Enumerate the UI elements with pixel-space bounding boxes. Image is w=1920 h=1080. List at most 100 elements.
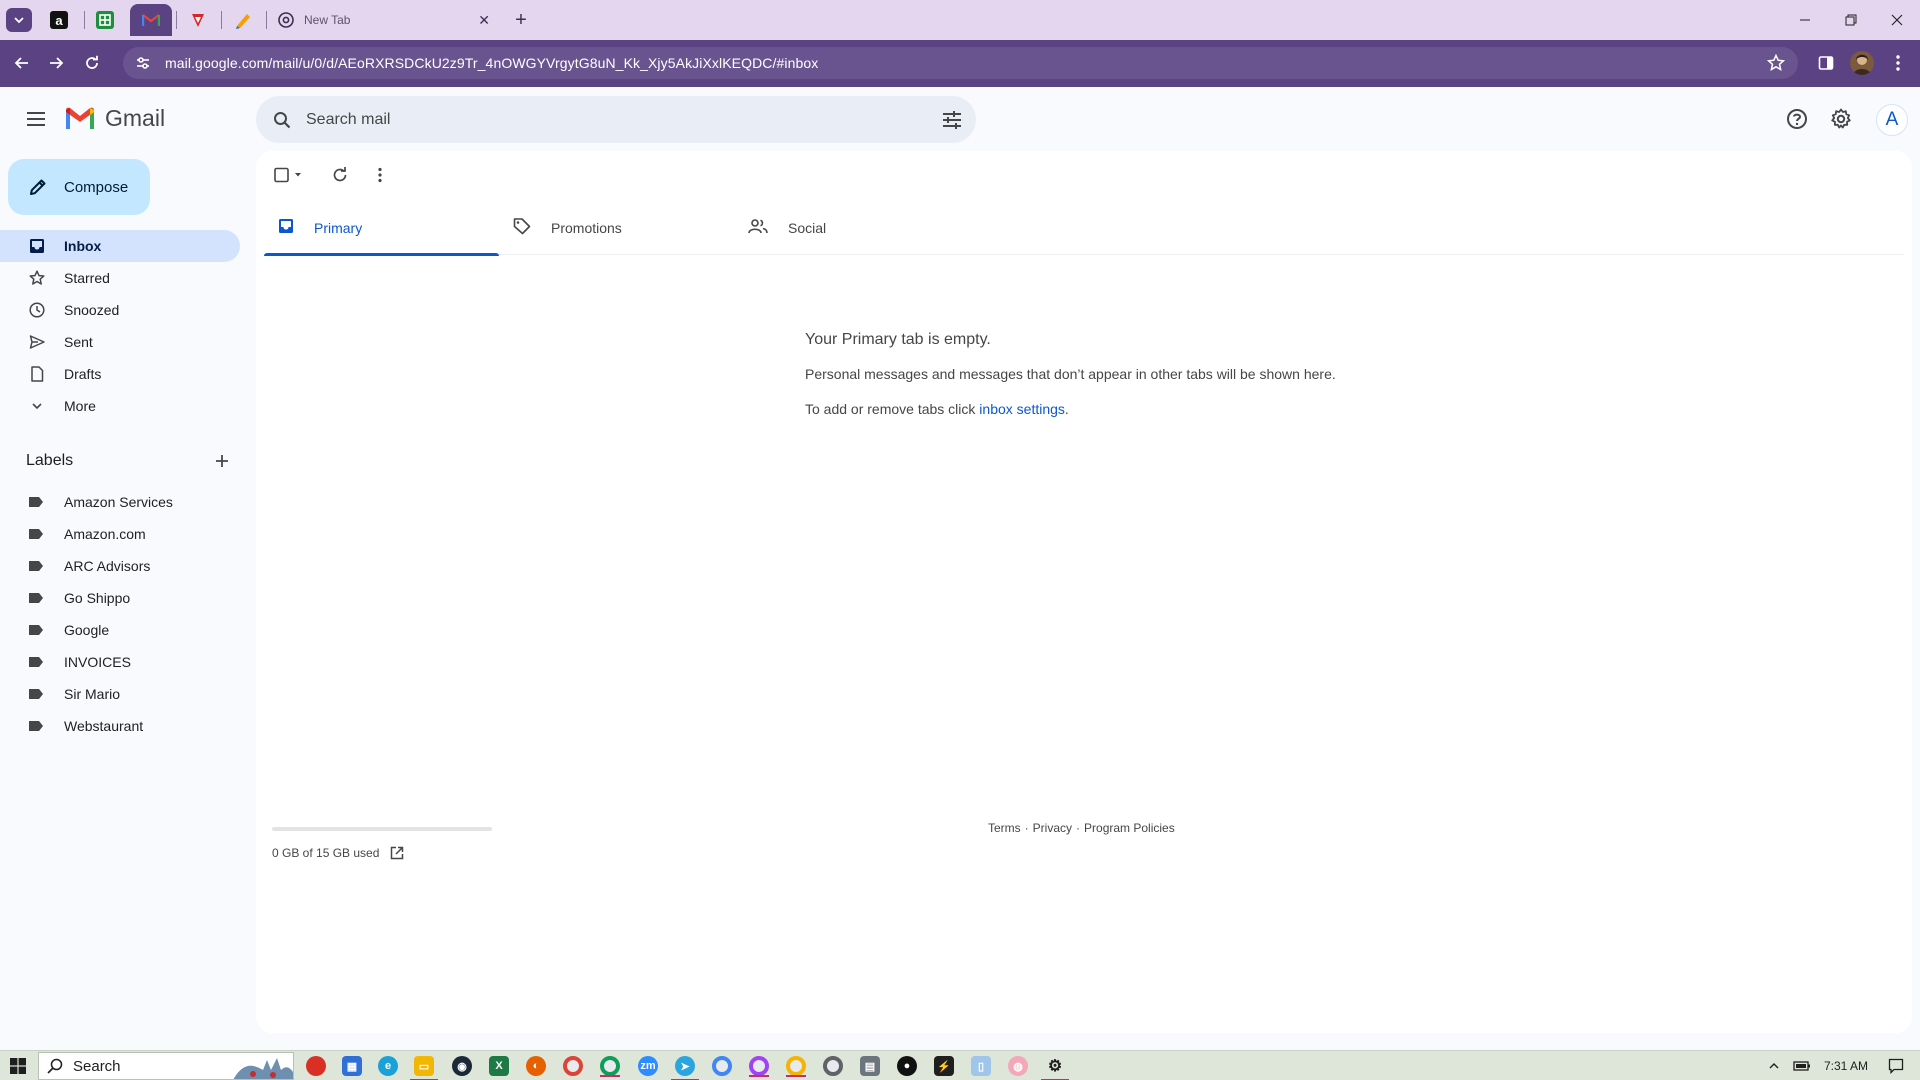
account-avatar[interactable]: A (1876, 104, 1908, 136)
browser-profile-avatar[interactable] (1850, 51, 1874, 75)
label-item[interactable]: INVOICES (0, 646, 240, 678)
taskbar-app-telegram-icon[interactable]: ➤ (671, 1056, 699, 1080)
side-panel-icon[interactable] (1814, 51, 1838, 75)
privacy-link[interactable]: Privacy (1033, 821, 1072, 835)
tray-overflow-chevron-up-icon[interactable] (1764, 1056, 1784, 1076)
tab-search-button[interactable] (6, 8, 32, 32)
browser-menu-icon[interactable] (1886, 51, 1910, 75)
taskbar-app-firefox-icon[interactable]: ◐ (526, 1056, 546, 1076)
close-icon (1891, 14, 1903, 26)
label-item[interactable]: Amazon.com (0, 518, 240, 550)
taskbar-app-chrome-profile-icon[interactable] (786, 1056, 806, 1077)
site-info-icon[interactable] (131, 51, 155, 75)
tab-gmail[interactable] (130, 4, 172, 36)
tab-amazon[interactable]: a (38, 4, 80, 36)
search-mail-bar[interactable]: Search mail (256, 96, 976, 143)
tab-google-sheets[interactable] (84, 4, 126, 36)
tab-promotions[interactable]: Promotions (499, 201, 734, 255)
help-icon[interactable] (1785, 107, 1809, 131)
people-icon (748, 218, 768, 239)
external-link-icon[interactable] (389, 845, 405, 861)
taskbar-app-calculator-icon[interactable]: ▤ (860, 1056, 880, 1076)
nav-more[interactable]: More (0, 390, 240, 422)
address-bar[interactable]: mail.google.com/mail/u/0/d/AEoRXRSDCkU2z… (123, 47, 1798, 79)
tab-todoist[interactable] (177, 4, 219, 36)
label-item[interactable]: Go Shippo (0, 582, 240, 614)
inbox-settings-link[interactable]: inbox settings (979, 401, 1065, 417)
program-policies-link[interactable]: Program Policies (1084, 821, 1175, 835)
gmail-logo[interactable]: Gmail (64, 105, 165, 132)
empty-state-hint: To add or remove tabs click inbox settin… (805, 401, 1505, 417)
close-window-button[interactable] (1874, 0, 1920, 40)
create-label-button[interactable] (212, 451, 232, 471)
settings-gear-icon[interactable] (1829, 107, 1853, 131)
taskbar-app-file-explorer-icon[interactable]: ▭ (410, 1056, 438, 1080)
nav-inbox[interactable]: Inbox (0, 230, 240, 262)
label-name: Sir Mario (64, 686, 121, 702)
label-item[interactable]: Webstaurant (0, 710, 240, 742)
main-menu-button[interactable] (20, 107, 52, 131)
label-item[interactable]: Amazon Services (0, 486, 240, 518)
nav-drafts[interactable]: Drafts (0, 358, 240, 390)
taskbar-app-zoom-icon[interactable]: zm (638, 1056, 658, 1076)
select-all-checkbox[interactable] (268, 161, 308, 189)
taskbar-app-chrome-profile-icon[interactable] (749, 1056, 769, 1077)
refresh-button[interactable] (320, 161, 360, 189)
bookmark-star-icon[interactable] (1764, 51, 1788, 75)
tab-pencil-app[interactable] (222, 4, 264, 36)
tab-separator (266, 11, 267, 29)
reload-icon (86, 55, 98, 69)
pencil-icon (30, 179, 46, 195)
new-tab-button[interactable]: + (510, 9, 532, 31)
back-button[interactable] (10, 51, 34, 75)
restore-button[interactable] (1828, 0, 1874, 40)
taskbar-app-settings-icon[interactable]: ⚙ (1041, 1056, 1069, 1080)
search-options-icon[interactable] (940, 108, 964, 132)
plus-icon (216, 455, 228, 467)
taskbar-search-box[interactable]: Search (38, 1052, 294, 1080)
tab-social[interactable]: Social (734, 201, 969, 255)
tab-primary[interactable]: Primary (264, 201, 499, 256)
send-icon (28, 333, 46, 351)
minimize-button[interactable] (1782, 0, 1828, 40)
label-item[interactable]: Google (0, 614, 240, 646)
taskbar-app-chrome-profile-icon[interactable] (823, 1056, 843, 1076)
url-text[interactable]: mail.google.com/mail/u/0/d/AEoRXRSDCkU2z… (165, 55, 818, 71)
footer-links: Terms · Privacy · Program Policies (988, 821, 1175, 835)
search-input[interactable]: Search mail (306, 111, 940, 129)
reload-button[interactable] (80, 51, 104, 75)
label-item[interactable]: Sir Mario (0, 678, 240, 710)
inbox-icon (278, 218, 294, 239)
taskbar-app-excel-icon[interactable]: X (489, 1056, 509, 1076)
taskbar-app-record-icon[interactable] (306, 1056, 326, 1076)
nav-starred[interactable]: Starred (0, 262, 240, 294)
taskbar-app-chrome-icon[interactable] (563, 1056, 583, 1076)
taskbar-app-sticky-icon[interactable]: ⚡ (934, 1056, 954, 1076)
nav-snoozed[interactable]: Snoozed (0, 294, 240, 326)
notification-center-icon[interactable] (1886, 1056, 1906, 1076)
taskbar-app-chrome-profile-icon[interactable] (712, 1056, 732, 1076)
taskbar-app-steam-icon[interactable]: ◉ (452, 1056, 472, 1076)
compose-button[interactable]: Compose (8, 159, 150, 215)
taskbar-clock[interactable]: 7:31 AM (1824, 1059, 1868, 1073)
battery-icon[interactable] (1792, 1056, 1812, 1076)
search-icon (47, 1058, 63, 1074)
hint-suffix: . (1064, 401, 1069, 417)
search-icon[interactable] (270, 108, 294, 132)
taskbar-app-notepad-icon[interactable]: ▯ (971, 1056, 991, 1076)
nav-sent[interactable]: Sent (0, 326, 240, 358)
more-actions-button[interactable] (360, 161, 400, 189)
gmail-icon (142, 11, 160, 29)
taskbar-app-store-icon[interactable]: ▦ (342, 1056, 362, 1076)
close-tab-icon[interactable]: ✕ (478, 12, 490, 29)
taskbar-app-edge-icon[interactable]: e (378, 1056, 398, 1076)
start-button[interactable] (0, 1051, 36, 1080)
terms-link[interactable]: Terms (988, 821, 1021, 835)
tab-new-tab[interactable]: New Tab ✕ (268, 4, 500, 36)
label-item[interactable]: ARC Advisors (0, 550, 240, 582)
forward-button[interactable] (44, 51, 68, 75)
taskbar-app-media-icon[interactable]: ● (897, 1056, 917, 1076)
mail-list-panel: Primary Promotions Social Your Primary t… (256, 151, 1912, 1033)
taskbar-app-chrome-profile-icon[interactable] (600, 1056, 620, 1077)
taskbar-app-paint-icon[interactable]: ◍ (1008, 1056, 1028, 1076)
